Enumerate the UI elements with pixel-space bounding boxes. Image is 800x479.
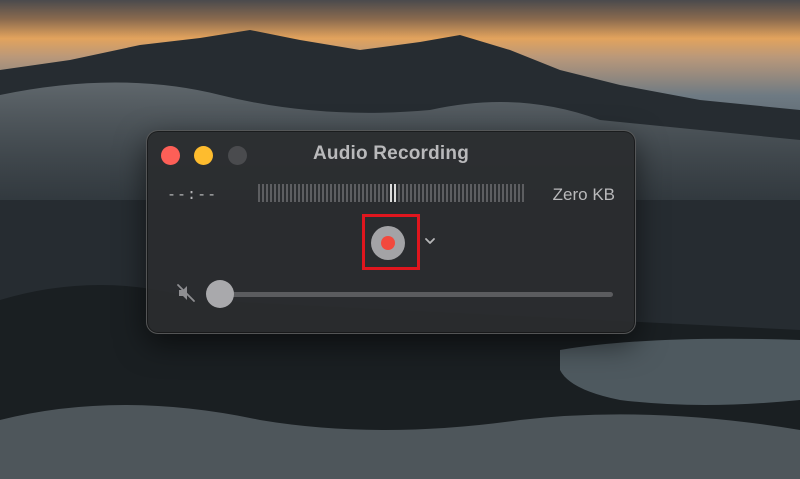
record-button[interactable] (371, 226, 405, 260)
file-size: Zero KB (552, 185, 615, 204)
volume-slider-knob[interactable] (206, 280, 234, 308)
audio-level-peak (390, 184, 398, 202)
audio-level-meter (258, 184, 525, 202)
chevron-down-icon[interactable] (424, 236, 436, 246)
volume-slider-track[interactable] (221, 292, 613, 297)
speaker-muted-icon[interactable] (175, 282, 197, 304)
record-icon (381, 236, 395, 250)
window-title: Audio Recording (312, 143, 470, 164)
elapsed-time: --:-- (167, 185, 218, 203)
audio-recording-window: Audio Recording --:-- Zero KB (146, 130, 636, 334)
